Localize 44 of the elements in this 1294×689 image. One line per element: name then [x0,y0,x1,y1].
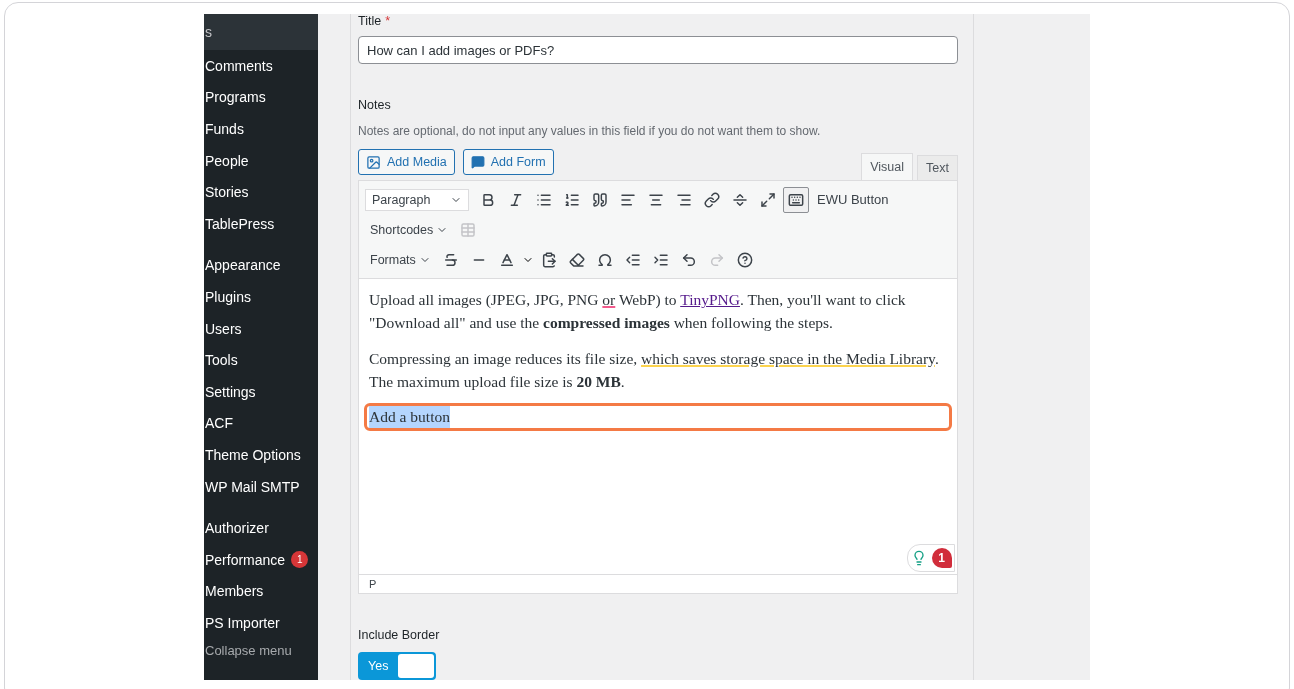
collapse-menu[interactable]: Collapse menu [204,642,318,658]
formats-dropdown[interactable]: Formats [365,252,436,267]
menu-item[interactable]: Users [204,312,318,345]
paragraph: Upload all images (JPEG, JPG, PNG or WebP) to TinyPNG. Then, you'll want to click "Download all" and use the compressed images when following the steps. [369,290,907,333]
menu-item[interactable]: Plugins [204,281,318,313]
menu-item[interactable]: Members [204,575,318,608]
menu-item[interactable]: Theme Options [204,439,318,471]
tinypng-link[interactable]: TinyPNG [680,291,740,308]
grammar-badge: 1 [931,548,952,568]
format-select[interactable]: Paragraph [365,188,469,211]
editor-tab[interactable]: Text [917,155,958,180]
field-label: Notes [358,98,392,112]
shortcodes-dropdown[interactable]: Shortcodes [365,222,454,237]
menu-item[interactable]: Tools [204,344,318,376]
menu-item[interactable]: People [204,144,318,177]
notification-badge: 1 [291,551,309,569]
menu-item[interactable]: Authorizer [204,512,318,544]
grammar-widget[interactable]: 1 [907,544,955,572]
paragraph: Compressing an image reduces its file size, which saves storage space in the Media Library. The maximum upload file size is 20 MB. [369,349,940,392]
menu-item[interactable]: Programs [204,81,318,114]
chat-bubble-icon [470,155,485,169]
keyboard-icon[interactable] [783,186,809,213]
field-hint: Notes are optional, do not input any values in this field if you do not want them to show. [358,124,822,138]
element-path: P [359,574,957,593]
image-icon [366,154,381,170]
field-label: Title * [358,14,392,28]
menu-item[interactable]: PS Importer [204,607,318,639]
editor-tab[interactable]: Visual [861,153,914,180]
ewu-button[interactable]: EWU Button [817,192,889,207]
add-media-button[interactable]: Add Media [358,149,455,175]
menu-item[interactable]: TablePress [204,207,318,240]
menu-item[interactable]: ACF [204,407,318,440]
menu-item[interactable]: Performance 1 [204,543,318,576]
menu-item[interactable]: Comments [204,50,318,82]
menu-item[interactable]: Settings [204,375,318,408]
title-input[interactable]: How can I add images or PDFs? [358,36,958,64]
menu-item[interactable]: Funds [204,113,318,145]
menu-item[interactable]: s [204,14,318,50]
add-form-button[interactable]: Add Form [462,149,554,175]
menu-item[interactable]: Appearance [204,249,318,282]
menu-item[interactable]: WP Mail SMTP [204,470,318,503]
field-label: Include Border [358,628,441,642]
selected-block[interactable]: Add a button [364,403,952,431]
menu-item[interactable]: Stories [204,176,318,208]
